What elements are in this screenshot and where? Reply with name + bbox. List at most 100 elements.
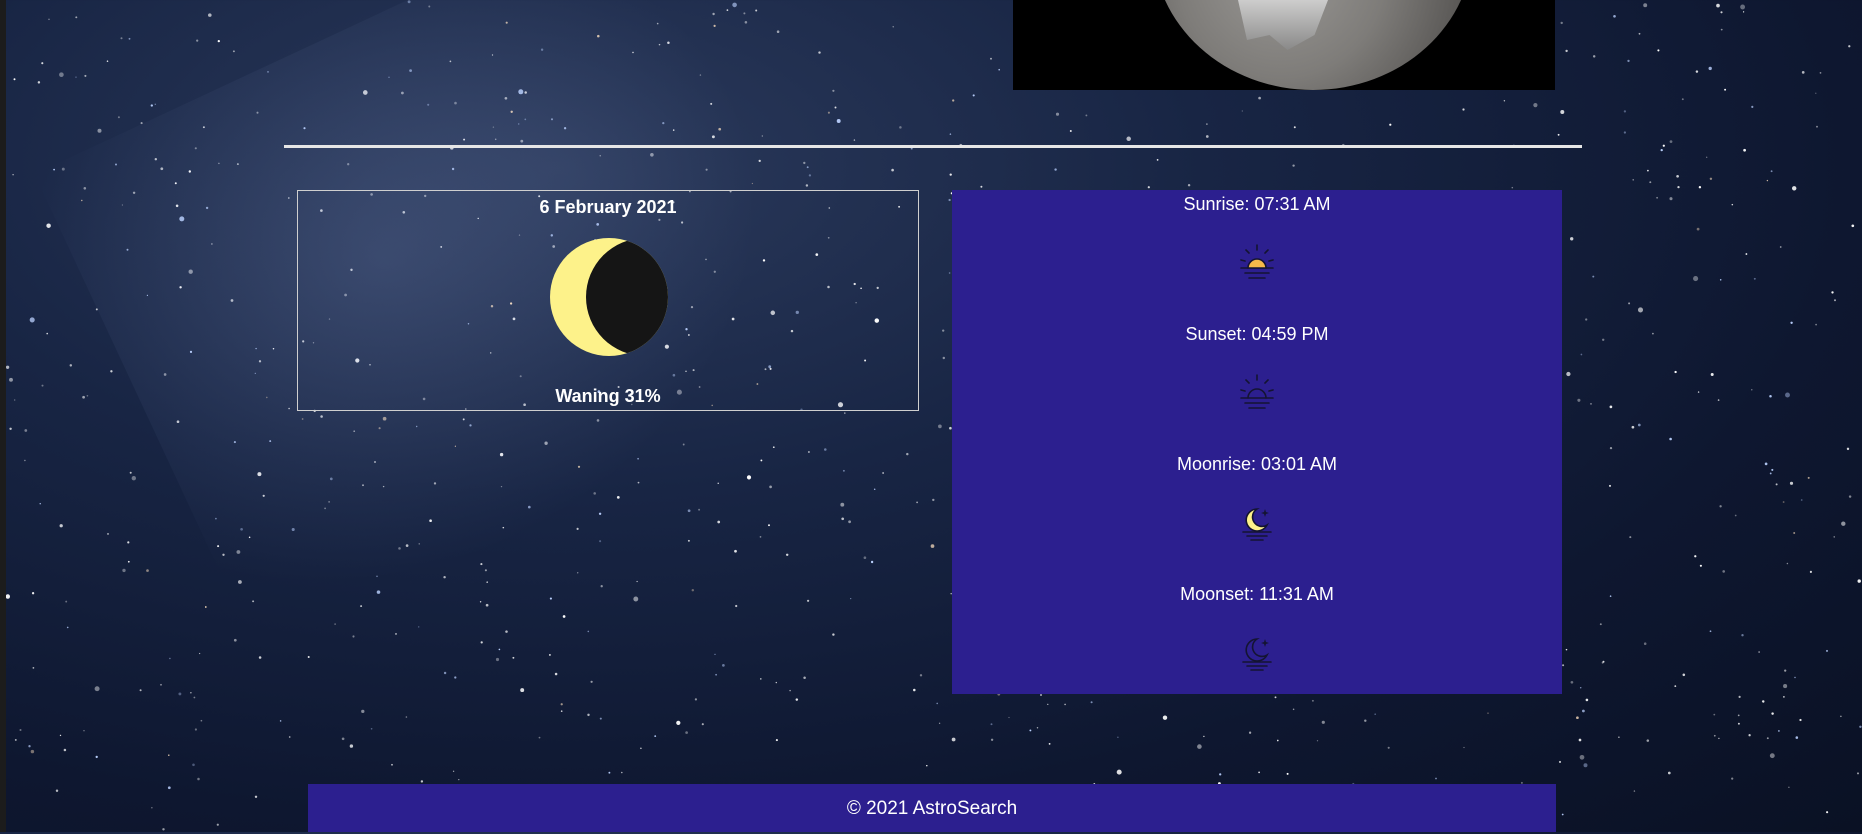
- star: [760, 678, 762, 680]
- star: [1085, 114, 1088, 117]
- star: [913, 688, 916, 692]
- star: [24, 459, 26, 462]
- star: [5, 365, 10, 369]
- star: [1717, 399, 1720, 401]
- moonset-time: Moonset: 11:31 AM: [1180, 584, 1334, 604]
- star: [1292, 164, 1295, 167]
- star: [498, 648, 501, 651]
- star: [1816, 125, 1818, 128]
- star: [1205, 135, 1209, 138]
- star: [587, 713, 590, 717]
- star: [486, 581, 488, 583]
- star: [505, 630, 508, 633]
- star: [1743, 148, 1746, 152]
- star: [131, 476, 136, 481]
- star: [1720, 11, 1723, 14]
- star: [1770, 170, 1773, 173]
- star: [560, 703, 563, 706]
- star: [1788, 786, 1790, 788]
- star: [9, 377, 13, 382]
- star: [1677, 185, 1680, 189]
- star: [69, 364, 73, 367]
- star: [420, 780, 424, 783]
- star: [1840, 715, 1842, 718]
- star: [1766, 737, 1769, 740]
- moon-phase-card: 6 February 2021 Waning 31%: [297, 190, 919, 411]
- star: [1676, 174, 1679, 178]
- star: [1637, 307, 1644, 313]
- star: [14, 738, 17, 741]
- star: [998, 68, 1000, 71]
- star: [1258, 96, 1261, 100]
- star: [1147, 186, 1150, 189]
- star: [1753, 277, 1756, 280]
- star: [882, 472, 884, 474]
- star: [621, 771, 623, 774]
- star: [1751, 389, 1753, 391]
- star: [198, 652, 201, 655]
- star: [949, 133, 952, 135]
- star: [1276, 739, 1279, 742]
- star: [1674, 370, 1677, 374]
- star: [1156, 159, 1159, 161]
- star: [1783, 696, 1785, 698]
- star: [65, 600, 68, 603]
- star: [848, 520, 851, 524]
- star: [1794, 676, 1796, 679]
- star: [190, 692, 192, 694]
- star: [834, 106, 837, 109]
- star: [417, 626, 420, 628]
- star: [391, 763, 393, 766]
- star: [139, 689, 142, 692]
- star: [1741, 634, 1744, 637]
- star: [151, 807, 153, 809]
- star: [836, 119, 841, 123]
- star: [59, 524, 63, 528]
- star: [204, 606, 207, 608]
- star: [873, 488, 876, 491]
- star: [1197, 744, 1202, 749]
- star: [948, 198, 951, 202]
- star: [687, 539, 690, 542]
- star: [13, 78, 16, 81]
- star: [1435, 777, 1437, 780]
- star: [1737, 714, 1740, 717]
- star: [691, 588, 695, 592]
- star: [24, 429, 28, 432]
- star: [870, 560, 874, 564]
- moon-phase-status: Waning 31%: [555, 386, 661, 406]
- star: [232, 50, 235, 53]
- star: [548, 653, 551, 656]
- star: [150, 104, 153, 107]
- star: [1771, 468, 1774, 471]
- star: [117, 116, 120, 119]
- star: [1696, 227, 1700, 231]
- star: [86, 394, 89, 397]
- star: [216, 823, 219, 826]
- lunar-lander-image: [1013, 0, 1555, 90]
- star: [1785, 392, 1790, 398]
- star: [743, 12, 746, 15]
- star: [789, 689, 791, 692]
- star: [75, 76, 77, 78]
- star: [12, 173, 14, 176]
- star: [1708, 66, 1712, 71]
- star: [217, 39, 220, 43]
- star: [160, 683, 162, 686]
- star: [520, 688, 525, 693]
- star: [1697, 391, 1700, 393]
- star: [28, 745, 31, 748]
- star: [698, 508, 701, 511]
- star: [1819, 72, 1822, 74]
- star: [84, 74, 87, 77]
- star: [1709, 630, 1712, 633]
- star: [1487, 712, 1489, 714]
- star: [599, 717, 602, 720]
- star: [1719, 505, 1722, 508]
- star: [97, 128, 102, 133]
- star: [832, 633, 835, 636]
- star: [863, 556, 867, 560]
- star: [1628, 302, 1631, 305]
- star: [29, 317, 35, 323]
- star: [1623, 131, 1627, 134]
